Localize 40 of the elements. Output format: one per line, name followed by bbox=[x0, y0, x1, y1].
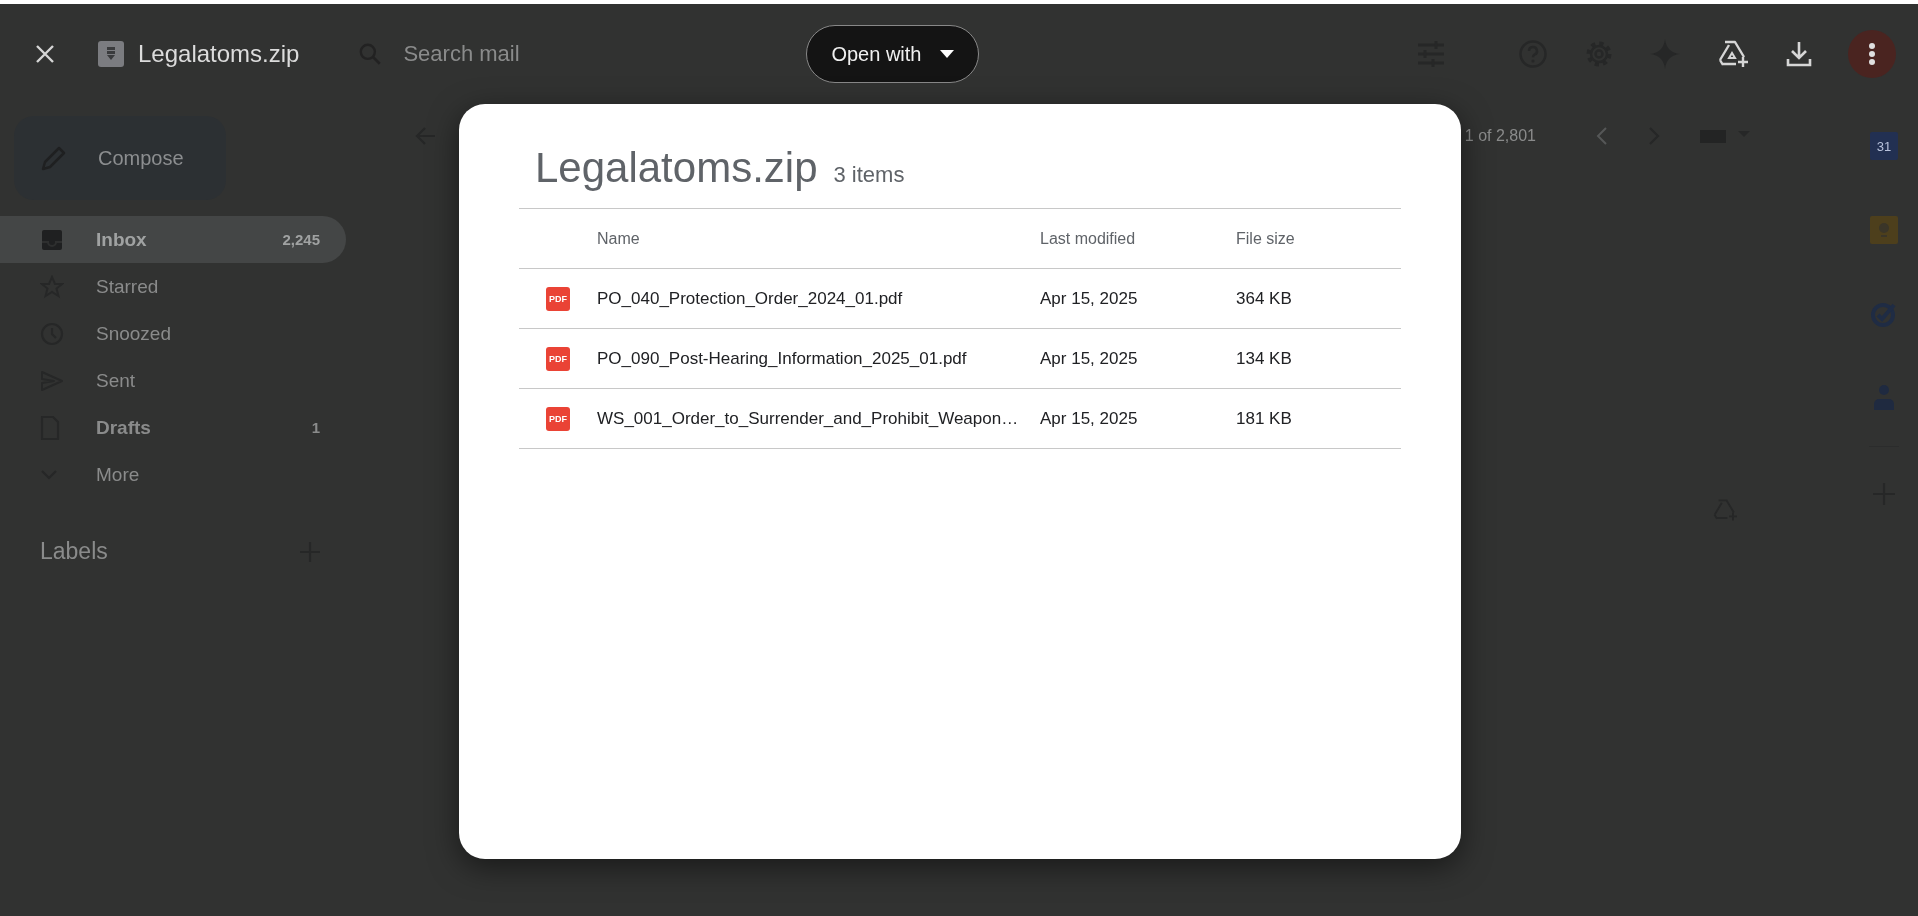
search-field[interactable]: Search mail bbox=[401, 40, 606, 68]
download-icon[interactable] bbox=[1786, 40, 1812, 68]
file-size: 134 KB bbox=[1235, 328, 1401, 389]
file-name[interactable]: PO_040_Protection_Order_2024_01.pdf bbox=[596, 268, 1039, 329]
more-vertical-icon bbox=[1868, 42, 1876, 66]
more-options-button[interactable] bbox=[1848, 30, 1896, 78]
pdf-file-icon: PDF bbox=[546, 346, 570, 371]
file-name[interactable]: WS_001_Order_to_Surrender_and_Prohibit_Weapon… bbox=[596, 388, 1039, 449]
caret-icon bbox=[939, 50, 954, 58]
file-title: Legalatoms.zip bbox=[138, 40, 300, 68]
folder-item[interactable]: Drafts 1 bbox=[0, 404, 346, 451]
compose-button[interactable]: Compose bbox=[14, 116, 226, 200]
calendar-app-icon[interactable]: 31 bbox=[1870, 132, 1898, 160]
file-size: 364 KB bbox=[1235, 268, 1401, 329]
folder-item[interactable]: Starred bbox=[0, 263, 346, 310]
column-header: Name bbox=[596, 208, 1039, 269]
modified-date: Apr 15, 2025 bbox=[1039, 268, 1235, 329]
item-count: 3 items bbox=[833, 162, 905, 188]
pager-count: 1 of 2,801 bbox=[1464, 127, 1536, 145]
archive-file-icon bbox=[98, 41, 124, 67]
labels-heading: Labels bbox=[40, 538, 108, 565]
folder-item[interactable]: More bbox=[0, 451, 346, 498]
pdf-file-icon: PDF bbox=[546, 286, 570, 311]
modified-date: Apr 15, 2025 bbox=[1039, 388, 1235, 449]
folder-item[interactable]: Inbox 2,245 bbox=[0, 216, 346, 263]
pdf-file-icon: PDF bbox=[546, 406, 570, 431]
file-name[interactable]: PO_090_Post-Hearing_Information_2025_01.pdf bbox=[596, 328, 1039, 389]
open-with-button[interactable]: Open with bbox=[806, 25, 979, 83]
archive-title: Legalatoms.zip bbox=[535, 144, 818, 192]
folder-item[interactable]: Snoozed bbox=[0, 310, 346, 357]
column-header: File size bbox=[1235, 208, 1401, 269]
add-to-drive-icon[interactable] bbox=[1716, 39, 1750, 69]
folder-item[interactable]: Sent bbox=[0, 357, 346, 404]
chevron-left-icon[interactable] bbox=[1596, 126, 1608, 146]
file-size: 181 KB bbox=[1235, 388, 1401, 449]
lightbulb-note-icon[interactable] bbox=[1870, 216, 1898, 244]
column-header: Last modified bbox=[1039, 208, 1235, 269]
inbox-icon bbox=[40, 227, 64, 252]
modified-date: Apr 15, 2025 bbox=[1039, 328, 1235, 389]
close-icon bbox=[34, 43, 56, 65]
